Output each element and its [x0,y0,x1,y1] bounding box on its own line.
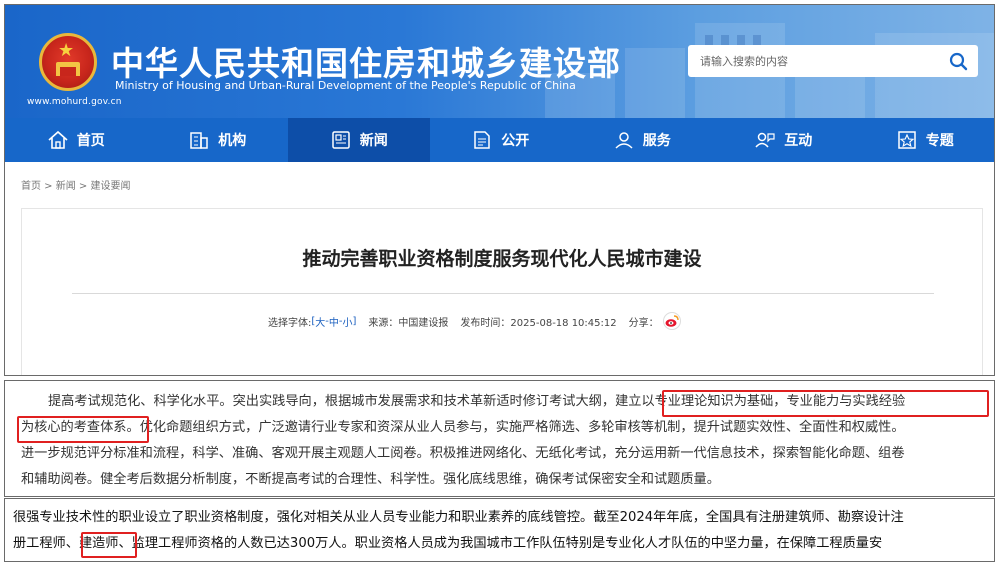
breadcrumb-news[interactable]: 新闻 [56,181,76,192]
site-screenshot: ★ www.mohurd.gov.cn 中华人民共和国住房和城乡建设部 Mini… [4,4,995,376]
breadcrumb-section[interactable]: 建设要闻 [91,181,131,192]
document-icon [474,131,490,149]
highlighted-text: 建立以专业理论知识为基础，专业能力与实践经验 [615,394,906,409]
building-icon [190,132,208,149]
site-subtitle: Ministry of Housing and Urban-Rural Deve… [115,79,576,92]
weibo-share-icon[interactable] [662,312,681,330]
paragraph-line: 很强专业技术性的职业设立了职业资格制度，强化对相关从业人员专业能力和职业素养的底… [13,510,904,525]
topic-icon [898,131,916,149]
site-title: 中华人民共和国住房和城乡建设部 [111,44,621,83]
paragraph-line: 册工程师、建造师、监理工程师资格的人数已达300万人。职业资格人员成为我国城市工… [13,531,882,557]
site-header: ★ www.mohurd.gov.cn 中华人民共和国住房和城乡建设部 Mini… [5,5,994,118]
article-date: 发布时间：2025-08-18 10:45:12 [460,317,617,329]
nav-item-label: 首页 [76,133,105,149]
font-size-bracket: ] [352,315,357,327]
search-icon[interactable] [948,51,970,71]
article-excerpt-1: 提高考试规范化、科学化水平。突出实践导向，根据城市发展需求和技术革新适时修订考试… [4,380,995,497]
nav-item-label: 公开 [501,133,530,149]
breadcrumb-separator: > [75,181,91,192]
nav-item-label: 服务 [642,133,671,149]
nav-item-label: 专题 [925,133,954,149]
highlighted-text: 建造师 [78,536,119,551]
text-span: 提高考试规范化、科学化水平。突出实践导向，根据城市发展需求和技术革新适时修订考试… [48,394,616,409]
main-nav: 首页 机构 新闻 公开 服务 互动 专题 [5,118,994,162]
title-divider [72,293,934,294]
search-input[interactable] [700,52,920,70]
font-size-large[interactable]: 大 [315,314,325,329]
text-span: 、监理工程师资格的人数已达300万人。职业资格人员成为我国城市工作队伍特别是专业… [118,536,883,551]
paragraph-line: 进一步规范评分标准和流程，科学、准确、客观开展主观题人工阅卷。积极推进网络化、无… [21,446,905,461]
nav-item-organization[interactable]: 机构 [147,118,289,162]
breadcrumb-separator: > [41,181,56,192]
paragraph-line: 和辅助阅卷。健全考后数据分析制度，不断提高考试的合理性、科学性。强化底线思维，确… [21,472,720,487]
article-header: 推动完善职业资格制度服务现代化人民城市建设 选择字体: [ 大 - 中 - 小 … [21,208,983,375]
site-url: www.mohurd.gov.cn [27,97,122,107]
home-icon [48,130,68,149]
breadcrumb-home[interactable]: 首页 [21,181,41,192]
font-size-small[interactable]: 小 [343,314,353,329]
nav-item-label: 机构 [218,133,247,149]
paragraph-line: 为核心的考查体系。优化命题组织方式，广泛邀请行业专家和资深从业人员参与，实施严格… [21,415,905,441]
highlighted-text: 为核心的考查体系。 [21,420,140,435]
search-box [688,45,978,77]
nav-item-label: 新闻 [359,133,388,149]
interaction-icon [755,132,775,148]
article-excerpt-2: 很强专业技术性的职业设立了职业资格制度，强化对相关从业人员专业能力和职业素养的底… [4,498,995,562]
font-size-label: 选择字体: [268,317,312,329]
service-icon [615,132,633,149]
nav-item-topic[interactable]: 专题 [854,118,994,162]
text-span: 册工程师、 [13,536,79,551]
font-size-medium[interactable]: 中 [329,314,339,329]
text-span: 优化命题组织方式，广泛邀请行业专家和资深从业人员参与，实施严格筛选、多轮审核等机… [139,420,905,435]
article-meta: 选择字体: [ 大 - 中 - 小 ] 来源：中国建设报 发布时间：2025-0… [268,312,681,330]
nav-item-label: 互动 [784,133,813,149]
national-emblem-logo[interactable]: ★ [39,33,97,91]
nav-item-service[interactable]: 服务 [571,118,713,162]
news-icon [332,131,350,149]
paragraph-line: 提高考试规范化、科学化水平。突出实践导向，根据城市发展需求和技术革新适时修订考试… [48,389,905,415]
nav-item-interaction[interactable]: 互动 [713,118,855,162]
nav-item-home[interactable]: 首页 [5,118,147,162]
nav-item-news[interactable]: 新闻 [288,118,430,162]
share-label: 分享： [628,317,659,329]
nav-item-public[interactable]: 公开 [430,118,572,162]
article-source: 来源：中国建设报 [368,317,449,329]
article-title: 推动完善职业资格制度服务现代化人民城市建设 [302,248,702,270]
breadcrumb: 首页 > 新闻 > 建设要闻 [21,177,131,192]
